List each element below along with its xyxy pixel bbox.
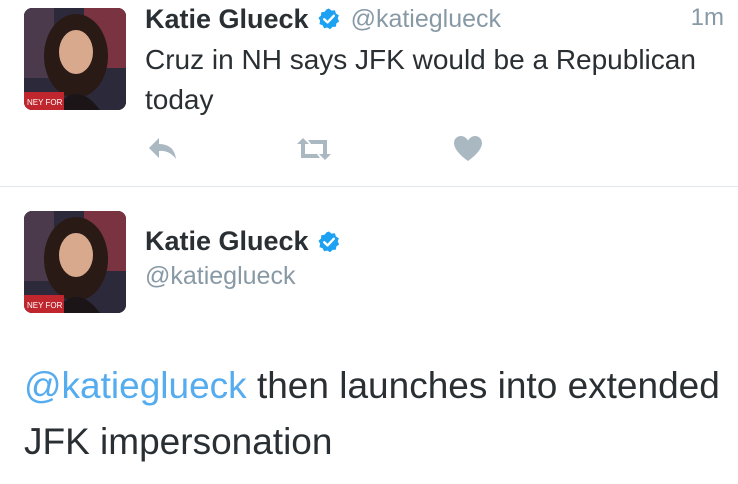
reply-button[interactable] — [143, 134, 183, 164]
avatar-photo: NEY FOR — [24, 211, 126, 313]
avatar[interactable]: NEY FOR — [24, 211, 126, 313]
author-name[interactable]: Katie Glueck — [145, 4, 309, 35]
tweet-header: Katie Glueck @katieglueck — [145, 2, 501, 36]
retweet-button[interactable] — [294, 134, 334, 164]
tweet-divider — [0, 186, 738, 187]
reply-arrow-icon — [149, 138, 176, 159]
avatar-photo: NEY FOR — [24, 8, 126, 110]
tweet-text: Cruz in NH says JFK would be a Republica… — [145, 44, 696, 115]
retweet-icon — [297, 138, 331, 160]
author-handle[interactable]: @katieglueck — [351, 5, 501, 34]
author-handle[interactable]: @katieglueck — [145, 262, 295, 291]
avatar-caption: NEY FOR — [27, 98, 63, 107]
timeline-tweet[interactable]: NEY FOR Katie Glueck @katieglueck 1m Cru… — [0, 0, 738, 186]
mention-link[interactable]: @katieglueck — [24, 365, 247, 406]
author-name[interactable]: Katie Glueck — [145, 226, 309, 257]
author-name-row: Katie Glueck — [145, 226, 341, 257]
avatar[interactable]: NEY FOR — [24, 8, 126, 110]
like-button[interactable] — [448, 134, 488, 164]
verified-badge-icon — [317, 230, 341, 254]
tweet-timestamp[interactable]: 1m — [691, 4, 724, 32]
avatar-caption: NEY FOR — [27, 301, 63, 310]
verified-badge-icon — [317, 7, 341, 31]
heart-icon — [454, 136, 482, 161]
tweet-text: @katieglueck then launches into extended… — [24, 358, 724, 470]
